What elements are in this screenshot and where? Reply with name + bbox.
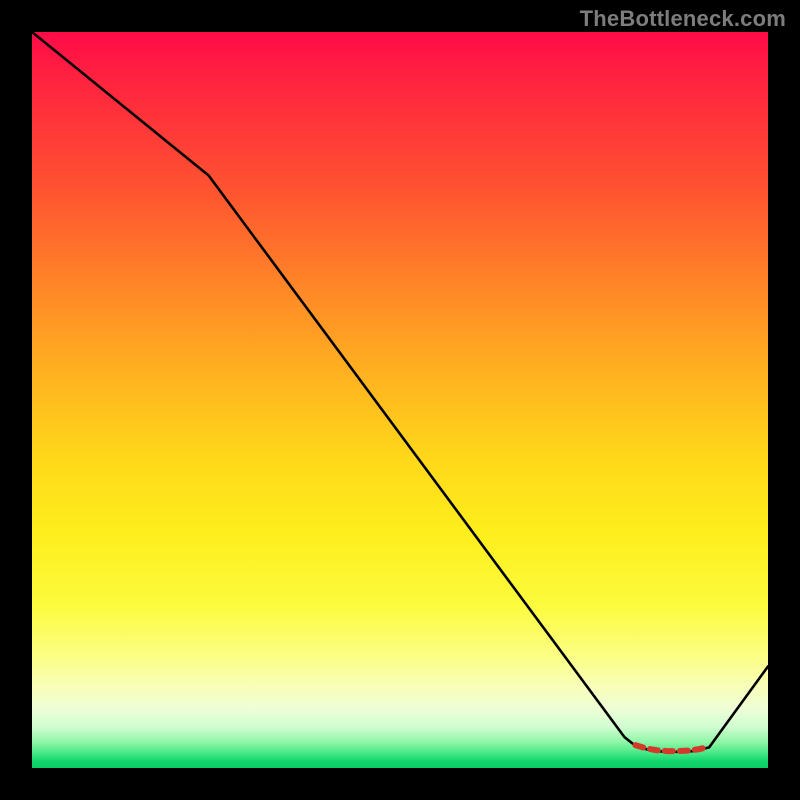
chart-frame: TheBottleneck.com (0, 0, 800, 800)
chart-plot-area (32, 32, 768, 768)
watermark-text: TheBottleneck.com (580, 6, 786, 32)
chart-curve (32, 32, 768, 768)
series-line (32, 32, 768, 752)
minimum-dashed-marker (636, 745, 710, 751)
